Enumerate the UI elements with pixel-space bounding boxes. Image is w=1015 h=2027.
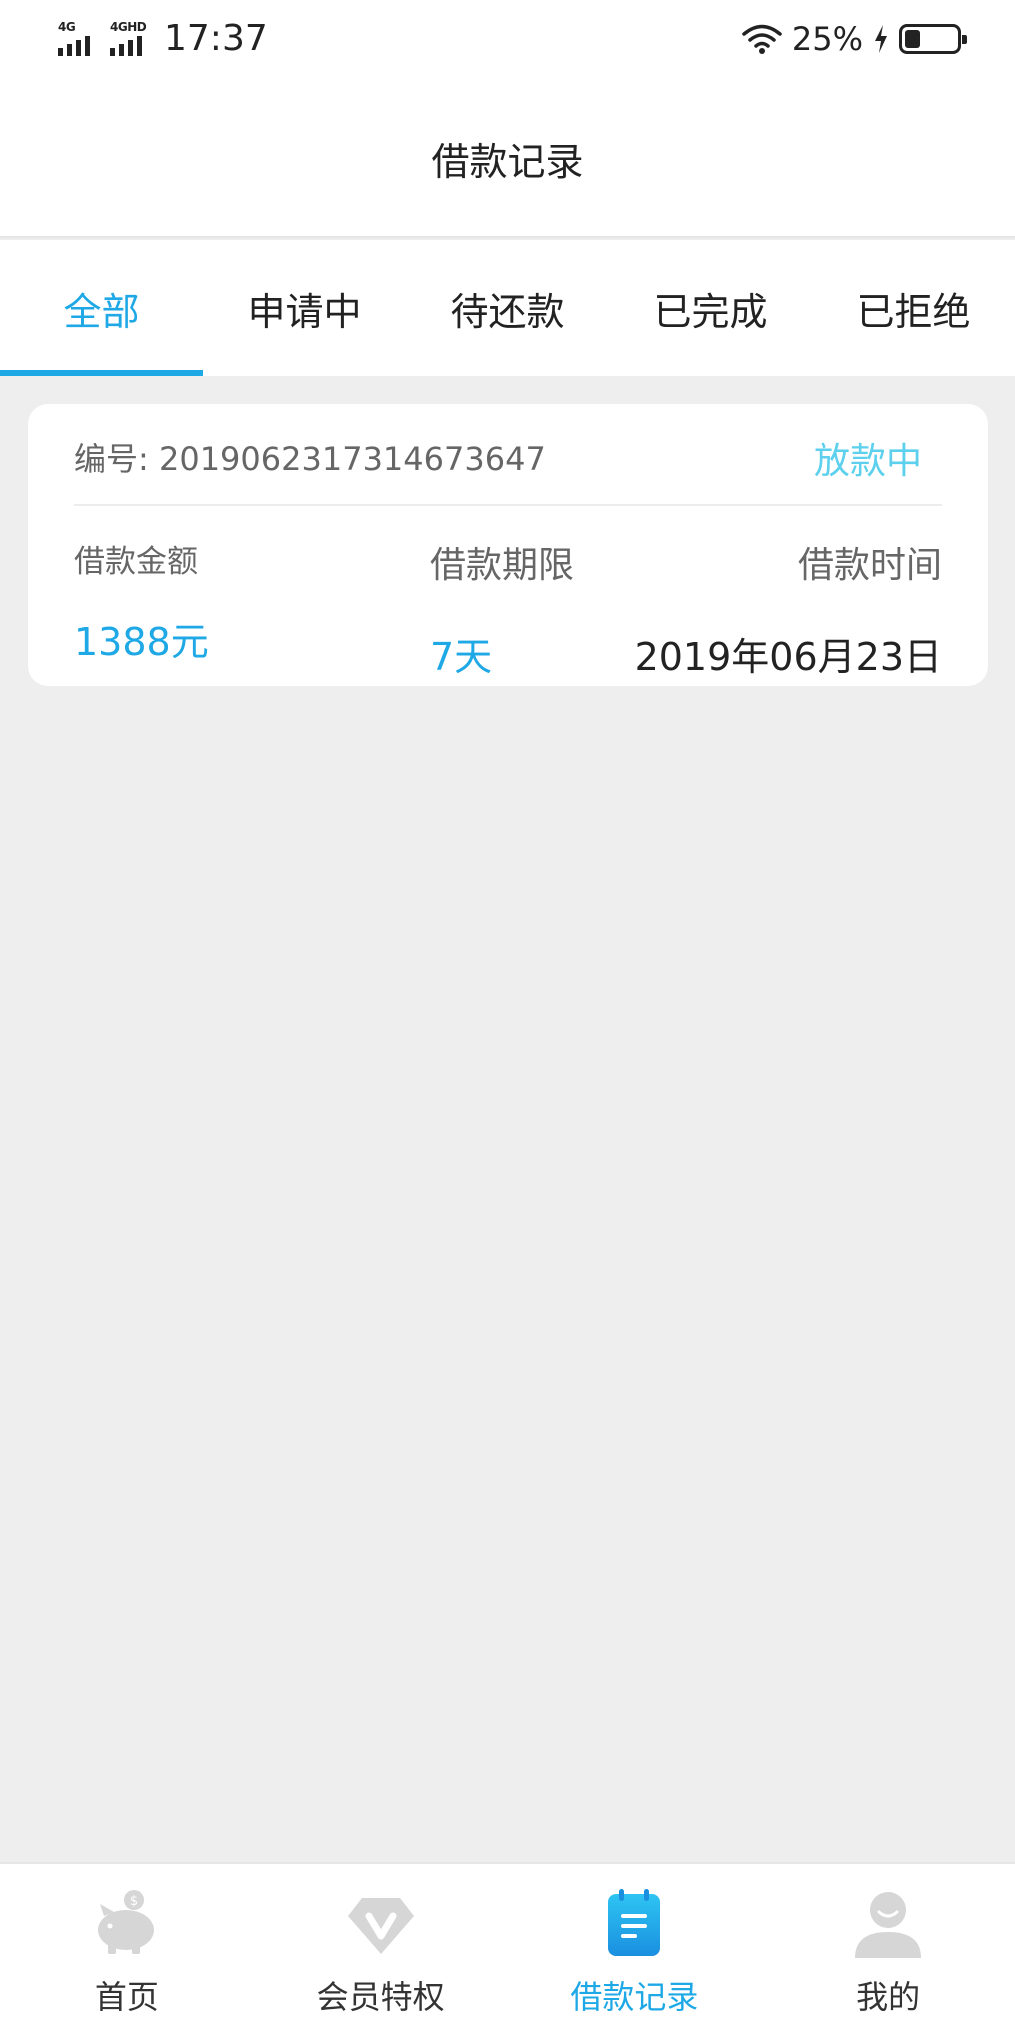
nav-loan-records-label: 借款记录 <box>570 1978 699 2016</box>
nav-profile[interactable]: 我的 <box>761 1864 1015 2027</box>
user-icon <box>855 1892 922 1958</box>
nav-membership[interactable]: 会员特权 <box>254 1864 508 2027</box>
loan-time-value: 2019年06月23日 <box>634 635 942 679</box>
loan-record-card[interactable]: 编号: 2019062317314673647 放款中 借款金额 1388元 借… <box>28 404 988 686</box>
network-type-2: 4GHD <box>110 20 147 34</box>
loan-status-badge: 放款中 <box>813 441 922 482</box>
loan-amount-value: 1388元 <box>74 620 209 664</box>
loan-number-label: 编号: <box>74 440 149 478</box>
app-header: 借款记录 <box>0 80 1015 238</box>
status-time: 17:37 <box>164 18 268 59</box>
diamond-v-icon <box>347 1898 414 1954</box>
status-bar: 4G 4GHD 17:37 25% <box>0 0 1015 80</box>
signal-icon: 4G <box>58 20 98 56</box>
loan-amount-label: 借款金额 <box>74 544 198 580</box>
screen: 4G 4GHD 17:37 25% 借款记录 全部 申请中 待还款 已完成 已拒… <box>0 0 1015 2027</box>
loan-term-value: 7天 <box>430 635 493 679</box>
tab-pending-repayment[interactable]: 待还款 <box>406 240 609 376</box>
wifi-icon <box>742 24 782 54</box>
loan-record-header: 编号: 2019062317314673647 放款中 <box>74 404 942 506</box>
signal-icon: 4GHD <box>110 20 150 56</box>
loan-time-column: 借款时间 2019年06月23日 <box>635 536 942 681</box>
nav-home-label: 首页 <box>94 1978 159 2016</box>
network-type-1: 4G <box>58 20 76 34</box>
loan-number-value: 2019062317314673647 <box>158 440 546 478</box>
loan-time-label: 借款时间 <box>797 545 942 586</box>
nav-home[interactable]: $ 首页 <box>0 1864 254 2027</box>
piggy-bank-icon: $ <box>97 1890 154 1954</box>
nav-loan-records[interactable]: 借款记录 <box>508 1864 762 2027</box>
loan-amount-column: 借款金额 1388元 <box>74 536 209 666</box>
tab-all[interactable]: 全部 <box>0 240 203 376</box>
battery-icon <box>899 24 967 54</box>
nav-membership-label: 会员特权 <box>316 1978 445 2016</box>
signal-group: 4G 4GHD <box>58 20 150 56</box>
status-right: 25% <box>742 20 967 58</box>
nav-profile-label: 我的 <box>856 1978 921 2016</box>
tab-applying[interactable]: 申请中 <box>203 240 406 376</box>
loan-term-label: 借款期限 <box>430 545 575 586</box>
page-title: 借款记录 <box>431 139 584 184</box>
filter-tabs: 全部 申请中 待还款 已完成 已拒绝 <box>0 240 1015 376</box>
battery-percent: 25% <box>791 20 863 58</box>
notepad-icon <box>608 1889 661 1956</box>
svg-text:$: $ <box>130 1894 138 1909</box>
charging-icon <box>875 25 887 53</box>
bottom-nav: $ 首页 会员特权 借款记录 我的 <box>0 1862 1015 2027</box>
tab-rejected[interactable]: 已拒绝 <box>812 240 1015 376</box>
tab-completed[interactable]: 已完成 <box>609 240 812 376</box>
loan-term-column: 借款期限 7天 <box>430 536 574 681</box>
loan-number: 编号: 2019062317314673647 <box>74 434 546 480</box>
